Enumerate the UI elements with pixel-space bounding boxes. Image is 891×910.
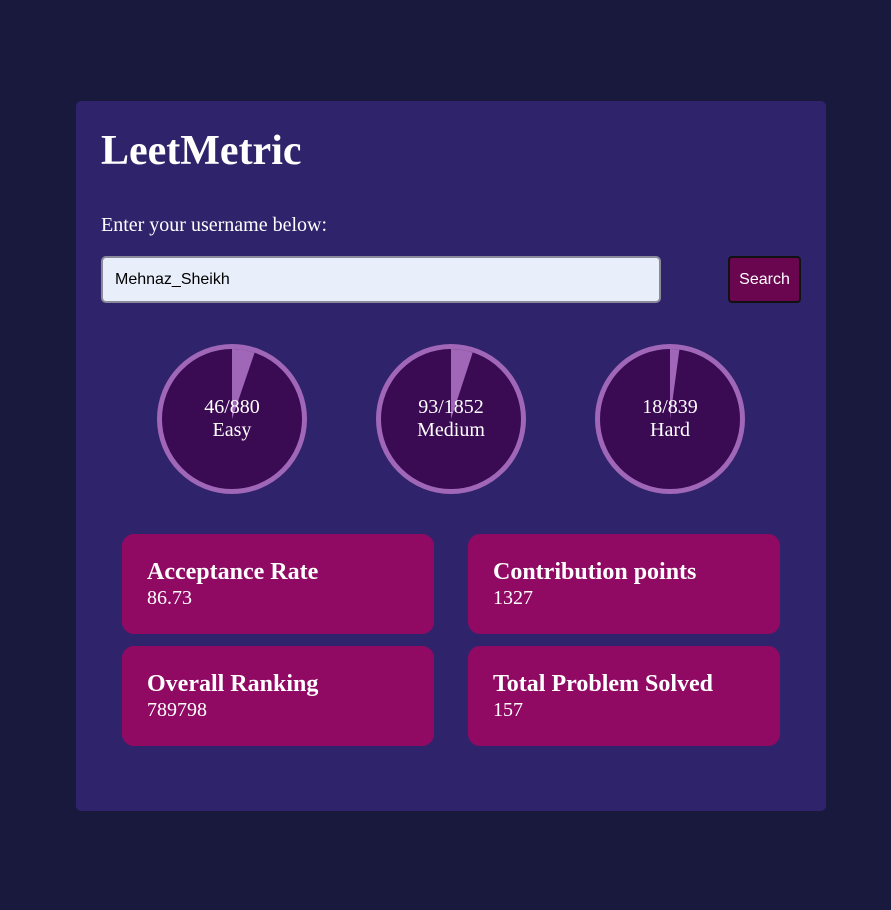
stat-title: Contribution points [493,559,697,585]
main-panel: LeetMetric Enter your username below: Se… [76,101,826,811]
stat-value: 86.73 [147,587,192,609]
acceptance-rate-card: Acceptance Rate 86.73 [122,534,434,634]
stat-title: Total Problem Solved [493,671,714,697]
medium-progress-label: Medium [417,419,485,441]
hard-progress-count: 18/839 [642,396,698,418]
stat-value: 789798 [147,699,207,721]
easy-progress-circle: 46/880 Easy [157,344,307,494]
hard-progress-circle: 18/839 Hard [595,344,745,494]
username-prompt: Enter your username below: [101,214,328,236]
overall-ranking-card: Overall Ranking 789798 [122,646,434,746]
medium-progress-circle: 93/1852 Medium [376,344,526,494]
app-title: LeetMetric [101,128,302,174]
stat-value: 1327 [493,587,533,609]
contribution-points-card: Contribution points 1327 [468,534,780,634]
hard-progress-label: Hard [650,419,690,441]
total-solved-card: Total Problem Solved 157 [468,646,780,746]
easy-progress-label: Easy [212,419,252,441]
easy-progress-count: 46/880 [204,396,260,418]
stat-title: Acceptance Rate [147,559,319,585]
stat-title: Overall Ranking [147,671,319,697]
stat-value: 157 [493,699,523,721]
medium-progress-count: 93/1852 [418,396,484,418]
search-button[interactable]: Search [728,256,801,303]
username-input[interactable] [101,256,661,303]
